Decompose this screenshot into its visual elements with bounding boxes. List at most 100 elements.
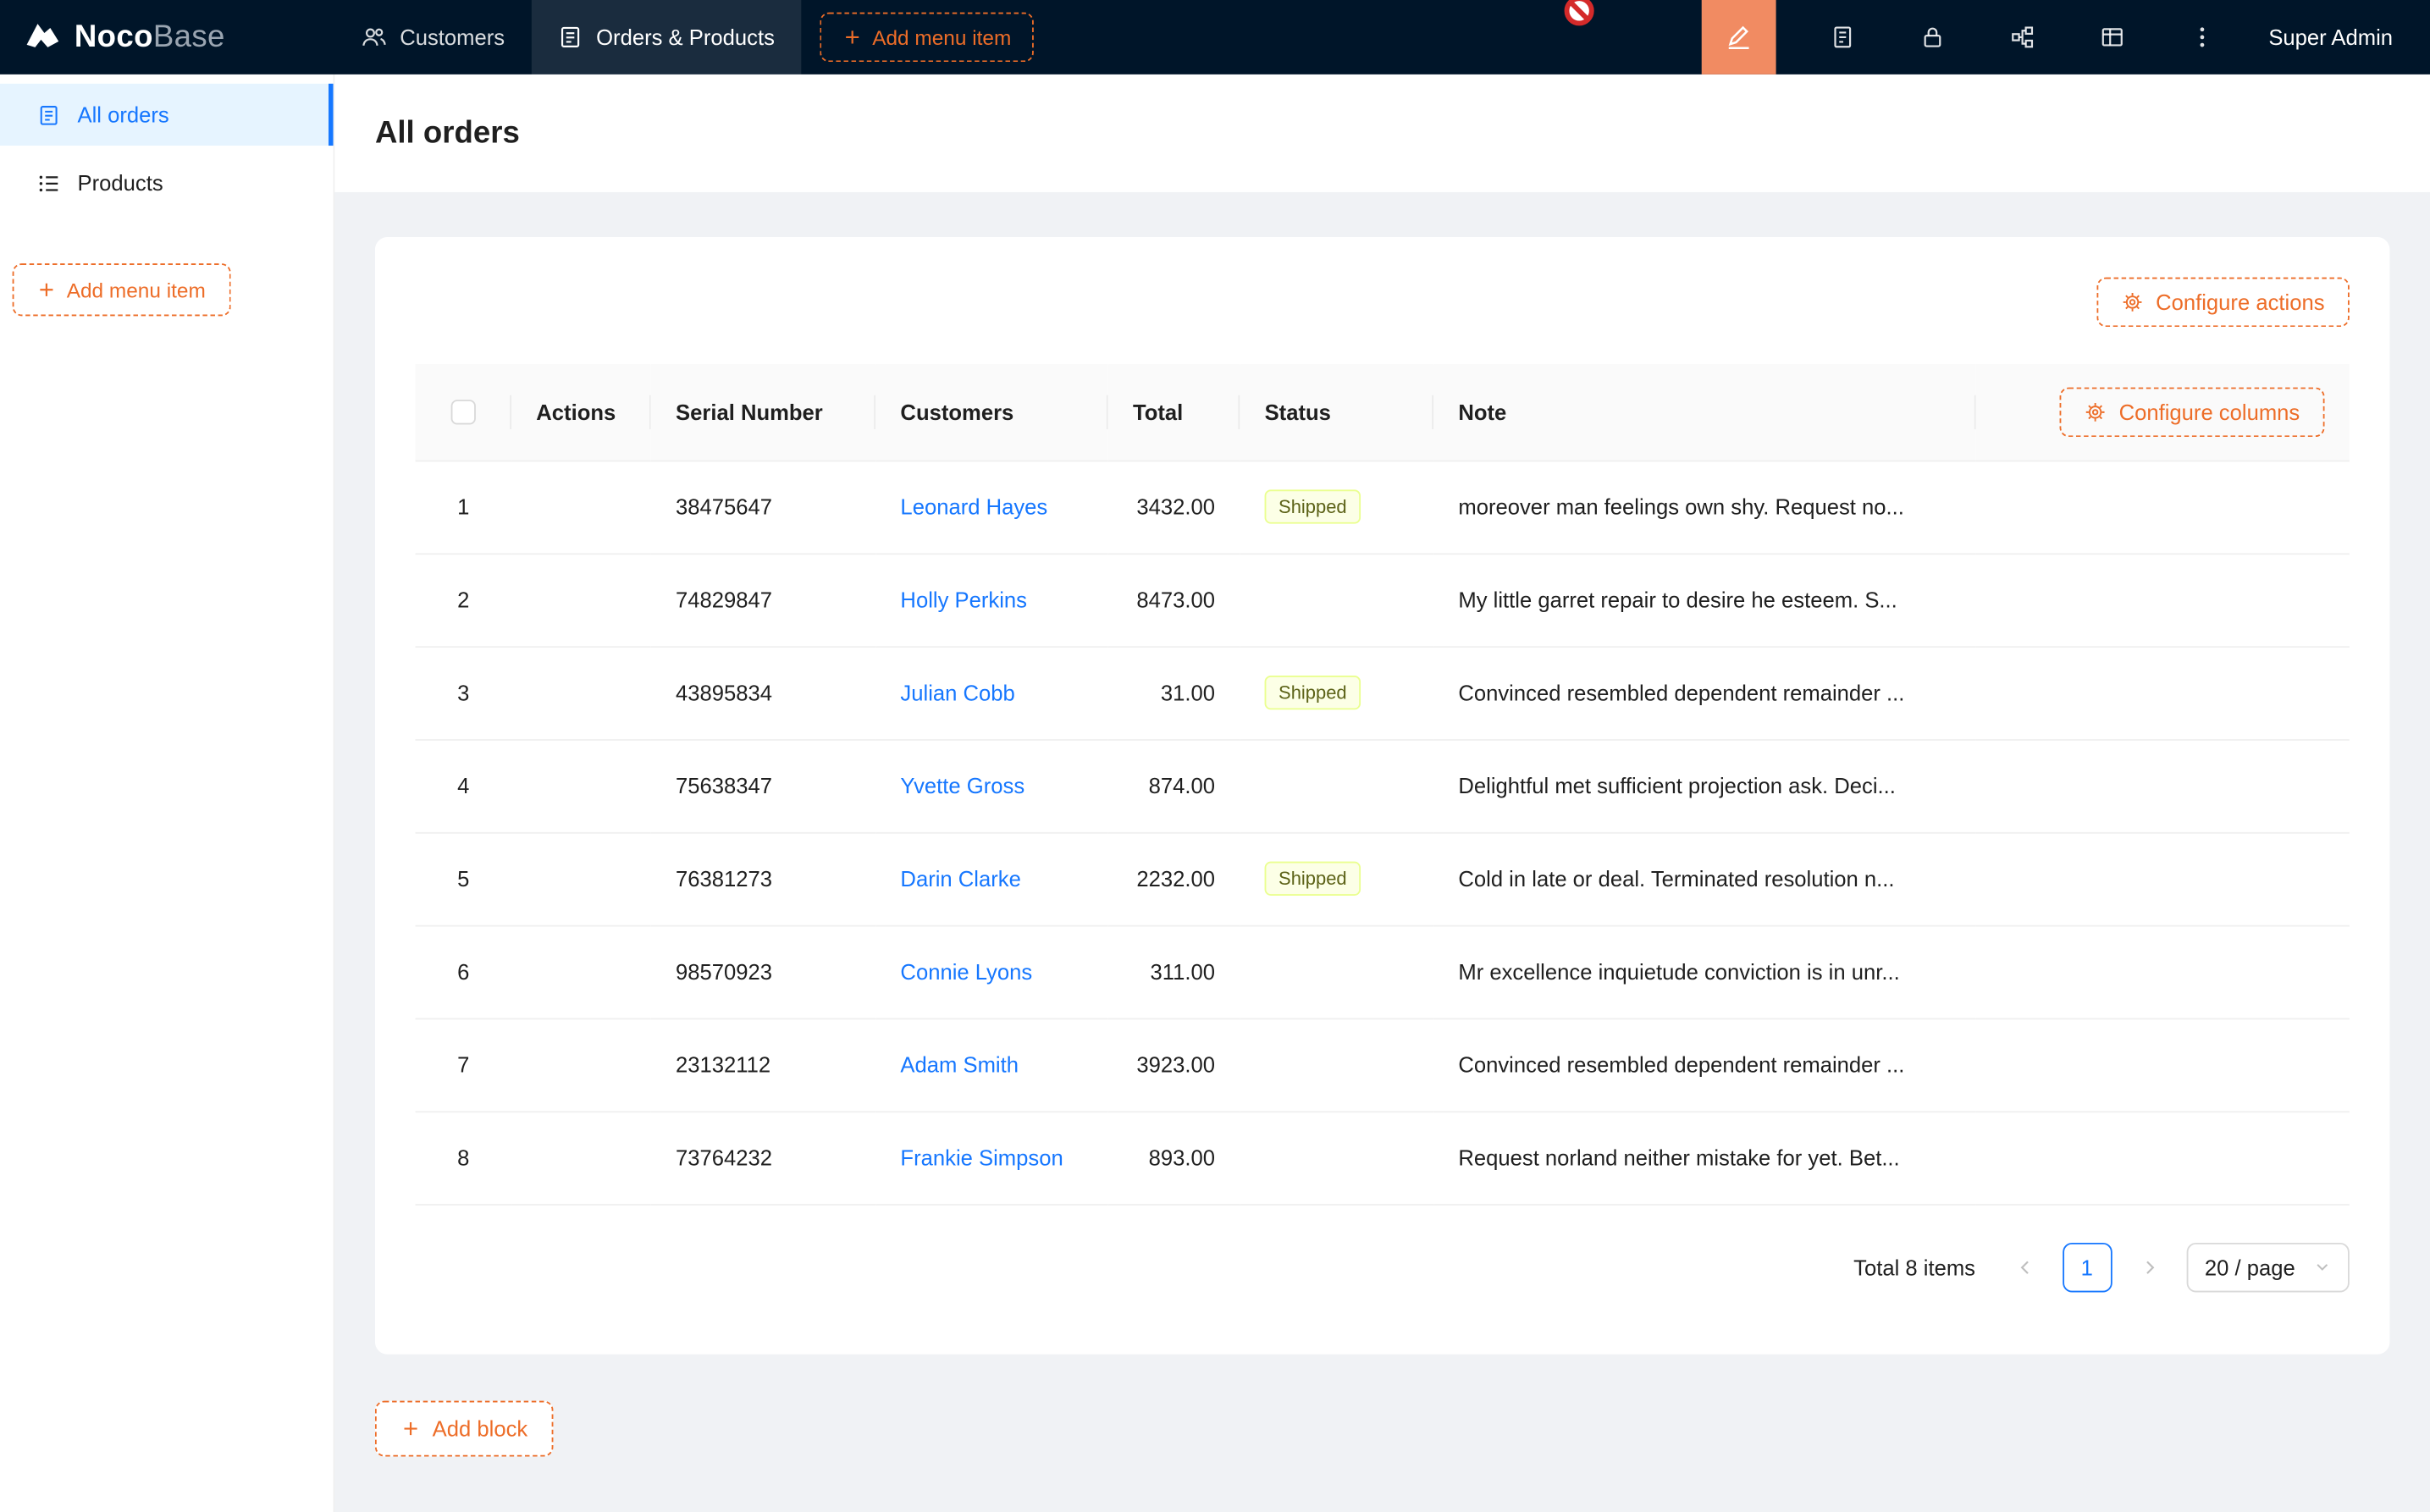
serial-number-cell: 75638347 bbox=[651, 739, 875, 832]
column-header-status[interactable]: Status bbox=[1240, 364, 1433, 460]
note-cell: Convinced resembled dependent remainder … bbox=[1433, 1018, 1976, 1112]
customer-link[interactable]: Julian Cobb bbox=[900, 681, 1014, 705]
nav-add-menu-item-button[interactable]: Add menu item bbox=[820, 13, 1035, 63]
layout-icon bbox=[2100, 25, 2124, 49]
select-all-checkbox[interactable] bbox=[451, 400, 476, 425]
plus-icon bbox=[401, 1419, 420, 1438]
brand[interactable]: NocoBase bbox=[0, 17, 334, 58]
nav-tab-orders-products[interactable]: Orders & Products bbox=[531, 0, 801, 74]
actions-cell bbox=[511, 925, 651, 1018]
orders-table-block: Configure actions Actions Seria bbox=[375, 237, 2389, 1354]
table-row[interactable]: 3 43895834 Julian Cobb 31.00 Shipped Con… bbox=[416, 646, 2350, 739]
customer-link[interactable]: Yvette Gross bbox=[900, 773, 1024, 797]
actions-cell bbox=[511, 1111, 651, 1204]
main-content: All orders Configure actions bbox=[334, 74, 2430, 1512]
navbar-right-cluster: Super Admin bbox=[1701, 0, 2430, 74]
configure-actions-button[interactable]: Configure actions bbox=[2097, 278, 2350, 328]
total-cell: 8473.00 bbox=[1108, 553, 1240, 646]
plus-icon bbox=[842, 28, 861, 47]
pagination-prev-button[interactable] bbox=[2000, 1242, 2050, 1292]
customer-link[interactable]: Connie Lyons bbox=[900, 959, 1032, 984]
customer-link[interactable]: Holly Perkins bbox=[900, 588, 1027, 612]
serial-number-cell: 38475647 bbox=[651, 461, 875, 554]
brand-name: NocoBase bbox=[75, 19, 225, 55]
orders-icon bbox=[557, 25, 582, 49]
data-source-manager-icon[interactable] bbox=[1798, 0, 1887, 74]
lock-icon bbox=[1919, 25, 1944, 49]
chevron-down-icon bbox=[2314, 1258, 2331, 1275]
api-workflow-icon[interactable] bbox=[1977, 0, 2067, 74]
table-header-row: Actions Serial Number Customers Total St… bbox=[416, 364, 2350, 460]
chevron-right-icon bbox=[2140, 1257, 2158, 1276]
pagination-next-button[interactable] bbox=[2124, 1242, 2174, 1292]
layout-settings-icon[interactable] bbox=[2067, 0, 2157, 74]
sidebar-item-products[interactable]: Products bbox=[0, 152, 334, 213]
team-icon bbox=[361, 25, 385, 49]
more-actions-icon[interactable] bbox=[2157, 0, 2247, 74]
row-index: 8 bbox=[416, 1111, 511, 1204]
chevron-left-icon bbox=[2016, 1257, 2035, 1276]
access-control-icon[interactable] bbox=[1887, 0, 1977, 74]
serial-number-cell: 76381273 bbox=[651, 832, 875, 925]
total-cell: 31.00 bbox=[1108, 646, 1240, 739]
note-cell: My little garret repair to desire he est… bbox=[1433, 553, 1976, 646]
actions-cell bbox=[511, 461, 651, 554]
table-row[interactable]: 2 74829847 Holly Perkins 8473.00 My litt… bbox=[416, 553, 2350, 646]
actions-cell bbox=[511, 1018, 651, 1112]
table-row[interactable]: 1 38475647 Leonard Hayes 3432.00 Shipped… bbox=[416, 461, 2350, 554]
sidebar-add-menu-item-button[interactable]: Add menu item bbox=[13, 263, 230, 316]
column-header-customers[interactable]: Customers bbox=[875, 364, 1108, 460]
nocobase-logo-icon bbox=[22, 17, 63, 58]
table-row[interactable]: 7 23132112 Adam Smith 3923.00 Convinced … bbox=[416, 1018, 2350, 1112]
total-cell: 874.00 bbox=[1108, 739, 1240, 832]
customer-link[interactable]: Frankie Simpson bbox=[900, 1145, 1063, 1170]
serial-number-cell: 73764232 bbox=[651, 1111, 875, 1204]
table-row[interactable]: 5 76381273 Darin Clarke 2232.00 Shipped … bbox=[416, 832, 2350, 925]
status-tag: Shipped bbox=[1265, 489, 1361, 523]
pagination-page-1[interactable]: 1 bbox=[2062, 1242, 2112, 1292]
note-cell: Mr excellence inquietude conviction is i… bbox=[1433, 925, 1976, 1018]
status-tag: Shipped bbox=[1265, 862, 1361, 896]
plus-icon bbox=[37, 280, 56, 299]
actions-cell bbox=[511, 646, 651, 739]
top-navbar: NocoBase Customers Orders & Products bbox=[0, 0, 2430, 74]
page-header: All orders bbox=[334, 74, 2430, 192]
orders-table: Actions Serial Number Customers Total St… bbox=[416, 364, 2350, 1205]
table-row[interactable]: 6 98570923 Connie Lyons 311.00 Mr excell… bbox=[416, 925, 2350, 1018]
row-index: 6 bbox=[416, 925, 511, 1018]
total-cell: 2232.00 bbox=[1108, 832, 1240, 925]
page-title: All orders bbox=[375, 115, 520, 151]
column-header-total[interactable]: Total bbox=[1108, 364, 1240, 460]
sidebar-item-all-orders[interactable]: All orders bbox=[0, 84, 334, 146]
customer-link[interactable]: Darin Clarke bbox=[900, 866, 1020, 891]
actions-cell bbox=[511, 739, 651, 832]
note-cell: Cold in late or deal. Terminated resolut… bbox=[1433, 832, 1976, 925]
row-index: 5 bbox=[416, 832, 511, 925]
user-menu[interactable]: Super Admin bbox=[2247, 25, 2430, 49]
table-row[interactable]: 8 73764232 Frankie Simpson 893.00 Reques… bbox=[416, 1111, 2350, 1204]
configure-columns-button[interactable]: Configure columns bbox=[2060, 387, 2325, 437]
nav-tab-label: Orders & Products bbox=[596, 25, 775, 49]
column-header-serial-number[interactable]: Serial Number bbox=[651, 364, 875, 460]
highlighter-icon bbox=[1725, 23, 1753, 51]
note-cell: Delightful met sufficient projection ask… bbox=[1433, 739, 1976, 832]
row-index: 7 bbox=[416, 1018, 511, 1112]
serial-number-cell: 23132112 bbox=[651, 1018, 875, 1112]
table-row[interactable]: 4 75638347 Yvette Gross 874.00 Delightfu… bbox=[416, 739, 2350, 832]
vertical-dots-icon bbox=[2190, 25, 2214, 49]
pagination: Total 8 items 1 bbox=[416, 1242, 2350, 1292]
customer-link[interactable]: Leonard Hayes bbox=[900, 494, 1047, 519]
add-block-button[interactable]: Add block bbox=[375, 1400, 554, 1456]
total-cell: 3923.00 bbox=[1108, 1018, 1240, 1112]
nav-tab-customers[interactable]: Customers bbox=[334, 0, 531, 74]
sidebar-item-label: All orders bbox=[78, 102, 169, 127]
blocked-cursor-icon bbox=[1562, 0, 1596, 28]
list-icon bbox=[37, 171, 60, 194]
note-cell: moreover man feelings own shy. Request n… bbox=[1433, 461, 1976, 554]
customer-link[interactable]: Adam Smith bbox=[900, 1052, 1019, 1077]
column-header-note[interactable]: Note bbox=[1433, 364, 1976, 460]
page-size-select[interactable]: 20 / page bbox=[2186, 1242, 2350, 1292]
partition-icon bbox=[2010, 25, 2035, 49]
column-header-actions[interactable]: Actions bbox=[511, 364, 651, 460]
ui-editor-toggle-button[interactable] bbox=[1701, 0, 1776, 74]
